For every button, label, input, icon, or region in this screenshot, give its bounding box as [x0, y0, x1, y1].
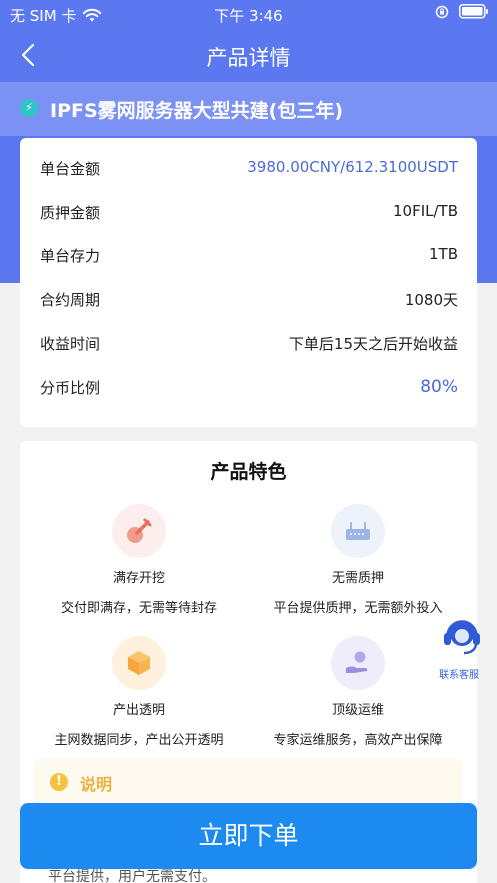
feature-name: 顶级运维 — [331, 703, 384, 718]
feature-item: 满存开挖 交付即满存，无需等待封存 — [29, 504, 249, 616]
status-bar: 无 SIM 卡 下午 3:46 — [0, 0, 497, 28]
info-label: 单台存力 — [40, 247, 101, 265]
hand-coin-icon — [331, 636, 385, 690]
status-time: 下午 3:46 — [214, 7, 283, 25]
page-title: 产品详情 — [206, 46, 291, 70]
nav-bar: 产品详情 — [0, 28, 497, 82]
product-title: IPFS雾网服务器大型共建(包三年) — [50, 100, 344, 122]
customer-service-label: 联系客服 — [439, 670, 479, 681]
lightning-icon: ⚡ — [20, 99, 38, 117]
feature-name: 产出透明 — [112, 703, 165, 718]
info-row-share-ratio: 分币比例 80% — [40, 377, 458, 401]
feature-name: 无需质押 — [331, 571, 384, 586]
info-row-earning-time: 收益时间 下单后15天之后开始收益 — [40, 333, 458, 357]
info-label: 收益时间 — [40, 335, 101, 353]
feature-desc: 主网数据同步，产出公开透明 — [54, 733, 224, 748]
headset-icon — [444, 620, 480, 655]
notice-title: 说明 — [80, 775, 113, 794]
info-label: 合约周期 — [40, 291, 101, 309]
feature-desc: 平台提供质押，无需额外投入 — [273, 601, 443, 616]
feature-item: 无需质押 平台提供质押，无需额外投入 — [248, 504, 468, 616]
info-value: 下单后15天之后开始收益 — [288, 335, 458, 353]
feature-name: 满存开挖 — [112, 571, 165, 586]
info-label: 质押金额 — [40, 204, 101, 222]
notice-box: ! 说明 — [34, 759, 462, 803]
order-now-button[interactable]: 立即下单 — [20, 803, 477, 869]
info-row-storage: 单台存力 1TB — [40, 245, 458, 269]
status-right — [435, 4, 489, 19]
feature-desc: 交付即满存，无需等待封存 — [60, 601, 217, 616]
info-label: 分币比例 — [40, 379, 101, 397]
features-title: 产品特色 — [210, 461, 287, 483]
shovel-icon — [112, 504, 166, 558]
feature-item: 顶级运维 专家运维服务，高效产出保障 — [248, 636, 468, 748]
product-info-card: 单台金额 3980.00CNY/612.3100USDT 质押金额 10FIL/… — [20, 138, 477, 427]
feature-desc: 专家运维服务，高效产出保障 — [273, 733, 443, 748]
info-value: 3980.00CNY/612.3100USDT — [247, 158, 458, 176]
info-row-price: 单台金额 3980.00CNY/612.3100USDT — [40, 158, 458, 182]
customer-service-button[interactable]: 联系客服 — [438, 612, 486, 682]
info-value: 80% — [420, 377, 458, 397]
info-row-period: 合约周期 1080天 — [40, 289, 458, 313]
box-icon — [112, 636, 166, 690]
warning-icon: ! — [50, 773, 68, 791]
battery-icon — [459, 4, 488, 19]
info-value: 1080天 — [404, 291, 458, 309]
info-row-pledge: 质押金额 10FIL/TB — [40, 202, 458, 226]
router-icon — [331, 504, 385, 558]
info-value: 10FIL/TB — [392, 202, 458, 220]
feature-item: 产出透明 主网数据同步，产出公开透明 — [29, 636, 249, 748]
info-label: 单台金额 — [40, 160, 101, 178]
orientation-lock-icon — [435, 5, 449, 18]
info-value: 1TB — [429, 245, 458, 263]
product-header: ⚡ IPFS雾网服务器大型共建(包三年) — [0, 82, 497, 136]
